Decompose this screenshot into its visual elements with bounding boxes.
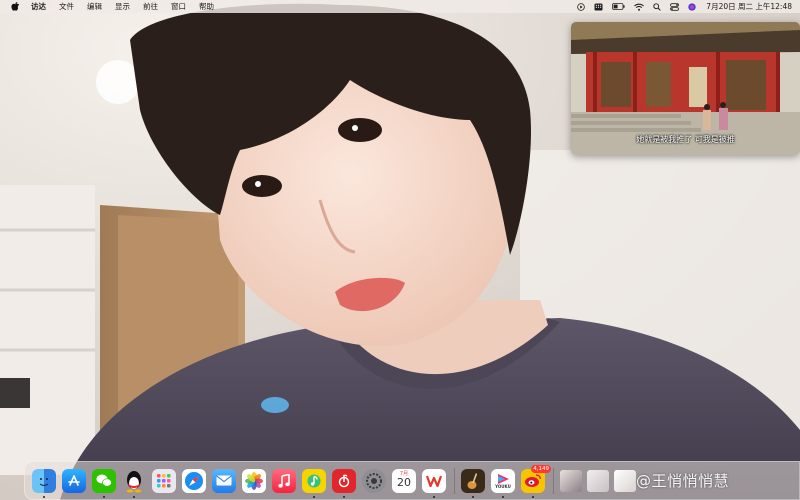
running-indicator xyxy=(43,495,45,498)
play-icon[interactable] xyxy=(577,0,586,13)
running-indicator xyxy=(532,495,534,498)
photos-icon[interactable] xyxy=(242,468,266,493)
weibo-watermark: @王悄悄悄慧 xyxy=(636,472,730,490)
music-icon[interactable] xyxy=(272,468,296,493)
dock-separator xyxy=(454,467,455,494)
wifi-icon[interactable] xyxy=(634,0,645,13)
menu-finder[interactable]: 访达 xyxy=(31,0,46,13)
finder-icon[interactable] xyxy=(32,468,56,498)
qq-music-icon[interactable] xyxy=(302,468,326,498)
minimized-window-thumbnail[interactable] xyxy=(587,469,609,492)
running-indicator xyxy=(133,495,135,498)
menu-go[interactable]: 前往 xyxy=(143,0,158,13)
wechat-icon[interactable] xyxy=(92,468,116,498)
keyboard-icon[interactable] xyxy=(594,0,603,13)
menu-bar-status-area: 7月20日 周二 上午12:48 xyxy=(568,0,800,13)
menu-bar: 访达 文件 编辑 显示 前往 窗口 帮助 7月20日 周二 上午12:48 xyxy=(0,0,800,13)
dock-separator xyxy=(553,467,554,494)
app-store-icon[interactable] xyxy=(62,468,86,493)
running-indicator xyxy=(103,495,105,498)
weibo-icon[interactable]: 4,149 xyxy=(521,464,551,498)
menu-window[interactable]: 窗口 xyxy=(171,0,186,13)
menu-help[interactable]: 帮助 xyxy=(199,0,214,13)
calendar-day: 20 xyxy=(397,475,411,489)
running-indicator xyxy=(472,495,474,498)
mail-icon[interactable] xyxy=(212,468,236,493)
launchpad-icon[interactable] xyxy=(152,468,176,493)
wps-office-icon[interactable] xyxy=(422,468,446,498)
running-indicator xyxy=(343,495,345,498)
menu-file[interactable]: 文件 xyxy=(59,0,74,13)
youku-label: YOUKU xyxy=(495,483,511,489)
guitar-icon[interactable] xyxy=(461,468,485,498)
running-indicator xyxy=(313,495,315,498)
calendar-icon[interactable]: 7月 20 xyxy=(392,468,416,493)
weibo-badge: 4,149 xyxy=(531,464,551,473)
netease-music-icon[interactable] xyxy=(332,468,356,498)
menu-bar-clock[interactable]: 7月20日 周二 上午12:48 xyxy=(706,1,792,12)
minimized-window-thumbnail[interactable] xyxy=(560,469,582,492)
running-indicator xyxy=(433,495,435,498)
video-subtitle: 她就是被我推了 可我是被推 xyxy=(636,135,735,144)
menu-edit[interactable]: 编辑 xyxy=(87,0,102,13)
menu-view[interactable]: 显示 xyxy=(115,0,130,13)
minimized-window-thumbnail[interactable] xyxy=(614,469,636,492)
menu-bar-left: 访达 文件 编辑 显示 前往 窗口 帮助 xyxy=(0,0,227,13)
picture-in-picture-video[interactable]: 她就是被我推了 可我是被推 xyxy=(571,22,800,155)
search-icon[interactable] xyxy=(653,0,662,13)
running-indicator xyxy=(502,495,504,498)
apple-logo-icon[interactable] xyxy=(11,2,19,11)
qq-icon[interactable] xyxy=(122,469,146,498)
control-center-icon[interactable] xyxy=(670,0,680,13)
youku-icon[interactable]: YOUKU xyxy=(491,468,515,498)
system-preferences-icon[interactable] xyxy=(362,468,386,493)
safari-icon[interactable] xyxy=(182,468,206,493)
battery-icon[interactable] xyxy=(612,0,625,13)
siri-icon[interactable] xyxy=(688,0,696,13)
